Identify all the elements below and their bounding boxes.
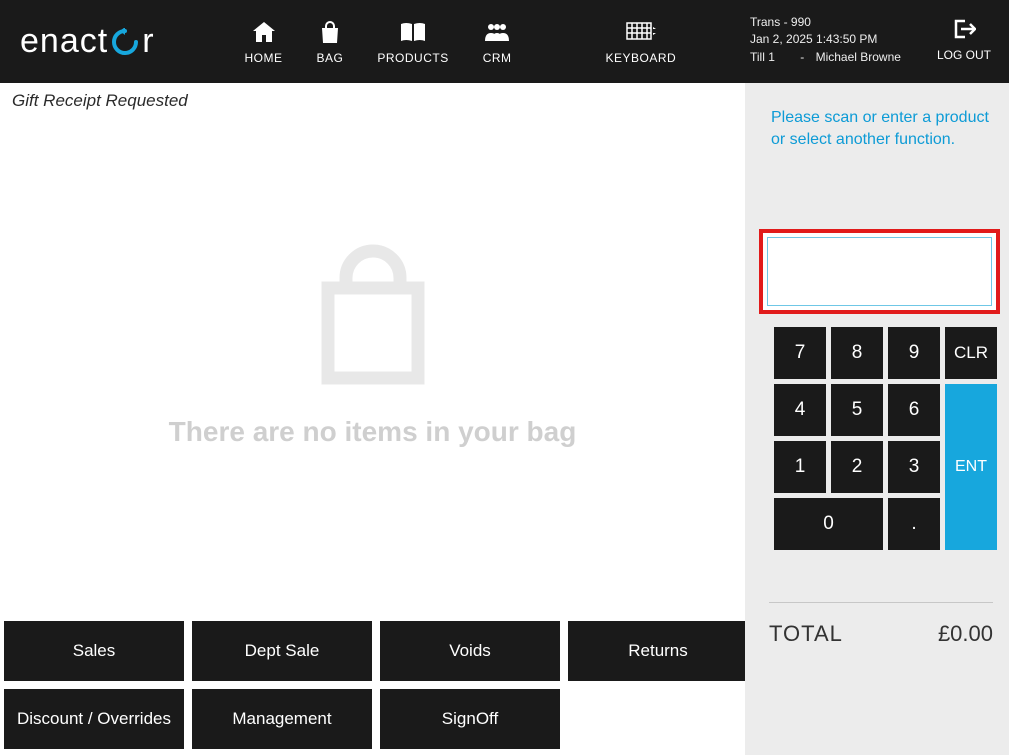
nav-crm-label: CRM [483,51,512,65]
nav-bag[interactable]: BAG [317,19,344,65]
logout-label: LOG OUT [937,48,991,62]
returns-button[interactable]: Returns [568,621,748,681]
people-icon [484,19,510,45]
dept-sale-button[interactable]: Dept Sale [192,621,372,681]
total-label: TOTAL [769,621,843,647]
key-1[interactable]: 1 [774,441,826,493]
session-dash: - [800,49,804,66]
nav-crm[interactable]: CRM [483,19,512,65]
discount-overrides-button[interactable]: Discount / Overrides [4,689,184,749]
session-info: Trans - 990 Jan 2, 2025 1:43:50 PM Till … [750,14,901,66]
product-input-highlight [759,229,1000,314]
bag-panel: Gift Receipt Requested There are no item… [0,83,745,755]
logout-icon [952,16,976,42]
numeric-keypad: 7 8 9 CLR 4 5 6 ENT 1 2 3 0 . [774,327,997,550]
key-2[interactable]: 2 [831,441,883,493]
logout-button[interactable]: LOG OUT [937,16,991,62]
nav-products[interactable]: PRODUCTS [377,19,448,65]
nav-home-label: HOME [245,51,283,65]
home-icon [252,19,276,45]
session-trans: Trans - 990 [750,14,901,31]
session-user: Michael Browne [816,49,901,66]
nav-bag-label: BAG [317,51,344,65]
main-nav: HOME BAG PRODUCTS CRM [245,19,677,65]
total-value: £0.00 [938,621,993,647]
session-till: Till 1 [750,49,775,66]
empty-bag-icon [298,238,448,388]
bag-icon [320,19,340,45]
keyboard-icon [626,19,656,45]
management-button[interactable]: Management [192,689,372,749]
key-4[interactable]: 4 [774,384,826,436]
nav-keyboard[interactable]: KEYBOARD [606,19,677,65]
key-ent[interactable]: ENT [945,384,997,550]
nav-products-label: PRODUCTS [377,51,448,65]
book-icon [400,19,426,45]
voids-button[interactable]: Voids [380,621,560,681]
action-bar: Sales Dept Sale Voids Returns Discount /… [4,621,748,749]
key-dot[interactable]: . [888,498,940,550]
nav-keyboard-label: KEYBOARD [606,51,677,65]
empty-bag-placeholder: There are no items in your bag [0,238,745,448]
key-5[interactable]: 5 [831,384,883,436]
session-datetime: Jan 2, 2025 1:43:50 PM [750,31,901,48]
input-panel: Please scan or enter a product or select… [745,83,1009,755]
key-clr[interactable]: CLR [945,327,997,379]
total-line: TOTAL £0.00 [769,602,993,647]
key-8[interactable]: 8 [831,327,883,379]
empty-bag-message: There are no items in your bag [169,416,577,448]
key-9[interactable]: 9 [888,327,940,379]
key-0[interactable]: 0 [774,498,883,550]
gift-receipt-label: Gift Receipt Requested [0,83,745,111]
key-6[interactable]: 6 [888,384,940,436]
brand-logo: enact r [20,22,155,61]
nav-home[interactable]: HOME [245,19,283,65]
main-area: Gift Receipt Requested There are no item… [0,83,1009,755]
top-bar: enact r HOME BAG PRODUCTS [0,0,1009,83]
key-7[interactable]: 7 [774,327,826,379]
key-3[interactable]: 3 [888,441,940,493]
sales-button[interactable]: Sales [4,621,184,681]
logo-ring-icon [110,27,140,57]
signoff-button[interactable]: SignOff [380,689,560,749]
scan-prompt: Please scan or enter a product or select… [745,83,1009,150]
product-input[interactable] [767,237,992,306]
